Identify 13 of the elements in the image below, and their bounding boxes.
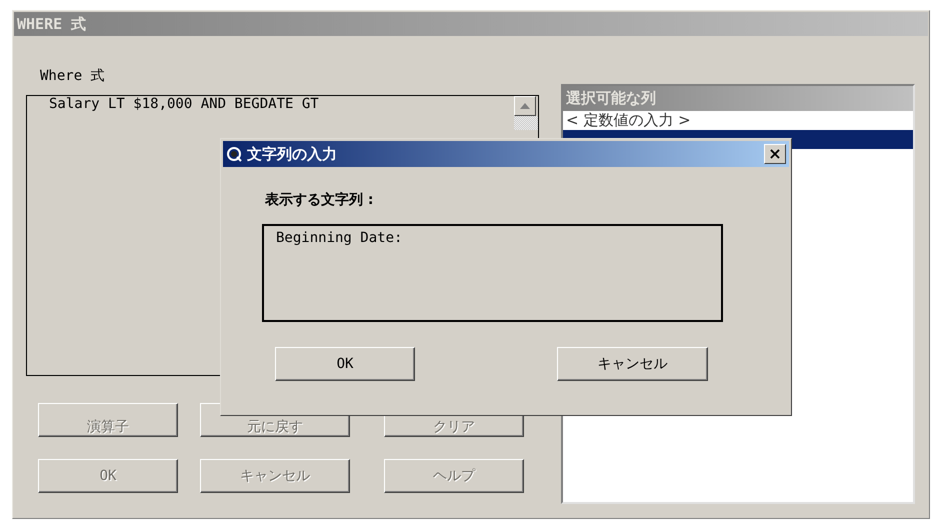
list-item[interactable]: < 定数値の入力 >: [563, 111, 913, 130]
input-field[interactable]: Beginning Date:: [262, 224, 723, 322]
prompt-label: 表示する文字列 :: [265, 191, 374, 209]
field-label: Where 式: [40, 67, 106, 86]
scroll-up-icon[interactable]: [514, 96, 536, 116]
button[interactable]: OK: [275, 347, 415, 381]
dialog-title: 文字列の入力: [247, 144, 338, 164]
list-header: 選択可能な列: [563, 86, 913, 111]
scrollbar-track[interactable]: [514, 116, 538, 130]
close-button[interactable]: ×: [764, 144, 786, 164]
app-icon: [226, 146, 242, 162]
button[interactable]: キャンセル: [557, 347, 708, 381]
window-title: WHERE 式: [14, 12, 928, 36]
